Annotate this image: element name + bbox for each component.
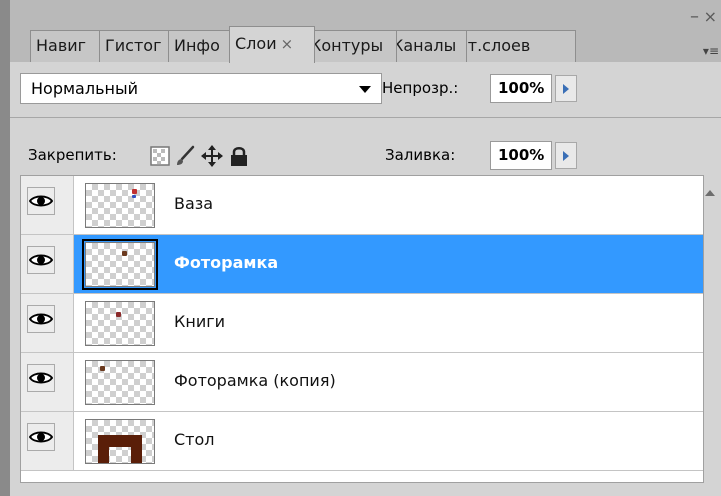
layers-list: Ваза Фоторамка Книги Фоторамка (копия) С… (20, 175, 704, 483)
panel-tab-strip: – × ▾≡ Навиг Гистог Инфо Слои × Контуры К… (10, 0, 721, 63)
layer-row[interactable]: Фоторамка (копия) (21, 353, 703, 412)
layer-row[interactable]: Книги (21, 294, 703, 353)
table-thumbnail-shape (98, 435, 142, 463)
layer-thumbnail (85, 301, 155, 346)
tab-label: Каналы (396, 36, 457, 55)
tab-history[interactable]: Ист.слоев (466, 30, 576, 62)
tab-layers[interactable]: Слои × (229, 26, 315, 63)
layer-row-selected[interactable]: Фоторамка (21, 235, 703, 294)
visibility-toggle[interactable] (27, 305, 55, 333)
visibility-toggle[interactable] (27, 423, 55, 451)
panel-menu-icon[interactable]: ▾≡ (703, 44, 719, 58)
layer-name[interactable]: Фоторамка (копия) (174, 371, 336, 390)
layer-name[interactable]: Книги (174, 312, 225, 331)
layer-name[interactable]: Фоторамка (174, 253, 278, 272)
visibility-cell[interactable] (21, 412, 74, 470)
fill-stepper-arrow[interactable] (555, 142, 577, 169)
lock-brush-icon[interactable] (174, 145, 196, 167)
tab-label: Контуры (314, 36, 384, 55)
dropdown-caret-icon (359, 86, 371, 93)
thumbnail-object (122, 251, 127, 256)
thumbnail-object (132, 189, 137, 194)
divider (10, 117, 721, 118)
layer-thumbnail (82, 239, 158, 290)
lock-all-icon[interactable] (228, 145, 250, 167)
tab-label: Ист.слоев (467, 36, 531, 55)
blend-mode-select[interactable]: Нормальный (20, 73, 382, 104)
close-icon[interactable]: × (704, 8, 717, 26)
layer-row[interactable]: Ваза (21, 176, 703, 235)
tab-label: Навиг (36, 36, 87, 55)
lock-transparent-icon[interactable] (149, 145, 171, 167)
opacity-label: Непрозр.: (382, 79, 459, 97)
visibility-cell[interactable] (21, 235, 74, 293)
visibility-cell[interactable] (21, 294, 74, 352)
layers-panel: – × ▾≡ Навиг Гистог Инфо Слои × Контуры К… (10, 0, 721, 496)
layer-name[interactable]: Ваза (174, 194, 213, 213)
eye-icon (29, 254, 53, 266)
minimize-icon[interactable]: – (690, 8, 699, 26)
lock-label: Закрепить: (28, 146, 117, 164)
tab-label: Инфо (174, 36, 220, 55)
tab-channels[interactable]: Каналы (396, 30, 467, 62)
scroll-up-arrow-icon[interactable] (705, 190, 715, 196)
opacity-stepper-arrow[interactable] (555, 75, 577, 102)
lock-move-icon[interactable] (201, 145, 223, 167)
visibility-toggle[interactable] (27, 246, 55, 274)
opacity-input[interactable]: 100% (490, 74, 552, 103)
tab-close-icon[interactable]: × (281, 35, 294, 53)
thumbnail-object (116, 312, 121, 317)
tab-histogram[interactable]: Гистог (99, 30, 169, 62)
thumbnail-object (100, 366, 105, 371)
eye-icon (29, 313, 53, 325)
layer-thumbnail (85, 419, 155, 464)
tab-navigator[interactable]: Навиг (30, 30, 100, 62)
eye-icon (29, 372, 53, 384)
tab-label: Слои (235, 34, 277, 53)
visibility-toggle[interactable] (27, 187, 55, 215)
visibility-cell[interactable] (21, 353, 74, 411)
eye-icon (29, 431, 53, 443)
blend-mode-value: Нормальный (31, 79, 138, 98)
thumbnail-object (132, 195, 136, 198)
eye-icon (29, 195, 53, 207)
tab-info[interactable]: Инфо (168, 30, 230, 62)
tab-paths[interactable]: Контуры (314, 30, 397, 62)
layer-thumbnail (85, 360, 155, 405)
layer-thumbnail (85, 183, 155, 228)
left-window-border (0, 0, 10, 496)
tab-label: Гистог (105, 36, 162, 55)
layer-name[interactable]: Стол (174, 430, 215, 449)
visibility-toggle[interactable] (27, 364, 55, 392)
fill-input[interactable]: 100% (490, 141, 552, 170)
visibility-cell[interactable] (21, 176, 74, 234)
layer-row[interactable]: Стол (21, 412, 703, 471)
fill-label: Заливка: (385, 146, 456, 164)
